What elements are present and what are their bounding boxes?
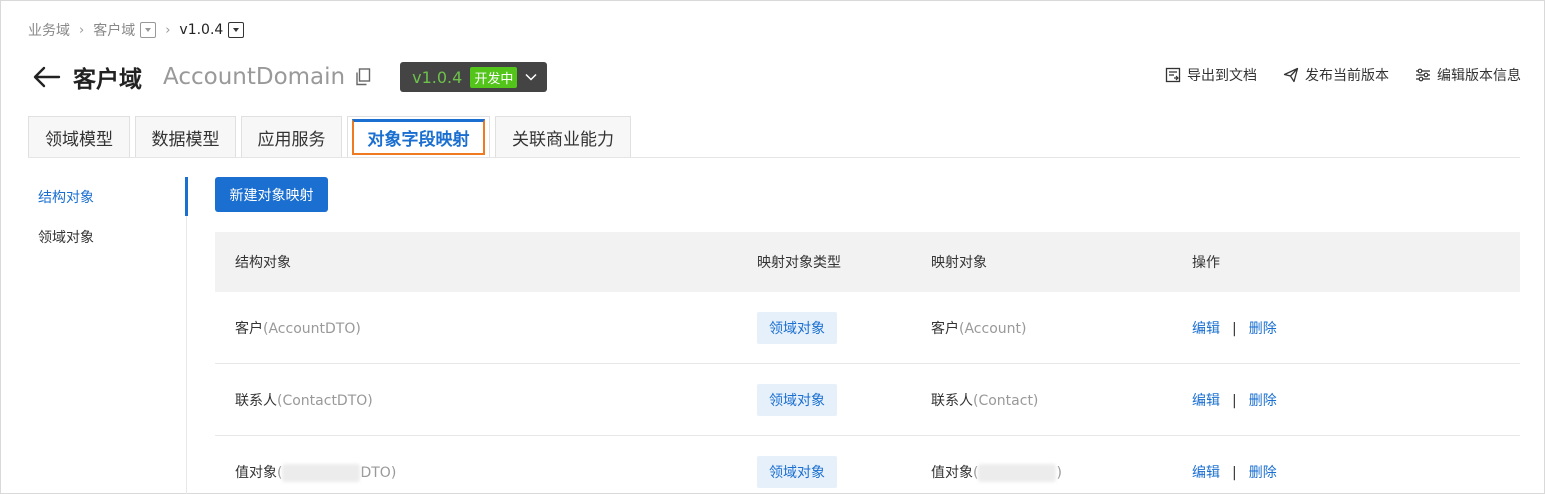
dropdown-toggle-icon[interactable] xyxy=(140,22,157,38)
table-header: 结构对象 映射对象类型 映射对象 操作 xyxy=(215,232,1520,292)
edit-version-label: 编辑版本信息 xyxy=(1437,68,1521,84)
edit-version-info-button[interactable]: 编辑版本信息 xyxy=(1415,65,1521,85)
tab-bar: 领域模型 数据模型 应用服务 对象字段映射 关联商业能力 xyxy=(28,116,1520,158)
separator: | xyxy=(1232,320,1237,337)
operations-cell: 编辑 | 删除 xyxy=(1192,462,1277,482)
operations-cell: 编辑 | 删除 xyxy=(1192,318,1277,338)
breadcrumb-item-customer-domain[interactable]: 客户域 xyxy=(93,20,157,40)
sidebar: 结构对象 领域对象 xyxy=(28,177,188,494)
export-to-doc-button[interactable]: 导出到文档 xyxy=(1165,65,1257,85)
page-subtitle: AccountDomain xyxy=(163,64,346,90)
send-icon xyxy=(1283,67,1299,83)
breadcrumb-item-business-domain[interactable]: 业务域 xyxy=(28,20,70,40)
structure-object-cell: 客户(AccountDTO) xyxy=(235,318,361,338)
sidebar-item-domain-object[interactable]: 领域对象 xyxy=(28,217,186,257)
redacted-text xyxy=(978,463,1057,482)
mapped-code-close: ) xyxy=(1056,464,1062,481)
copy-icon[interactable] xyxy=(354,68,372,86)
structure-object-cell: 值对象(DTO) xyxy=(235,462,396,482)
tab-business-capability[interactable]: 关联商业能力 xyxy=(495,116,631,157)
delete-link[interactable]: 删除 xyxy=(1249,393,1277,409)
export-label: 导出到文档 xyxy=(1187,68,1257,84)
delete-link[interactable]: 删除 xyxy=(1249,321,1277,337)
new-object-mapping-button[interactable]: 新建对象映射 xyxy=(215,177,328,212)
redacted-text xyxy=(282,463,361,482)
object-name: 联系人 xyxy=(235,392,277,409)
tab-object-field-mapping[interactable]: 对象字段映射 xyxy=(347,116,490,157)
mapped-object-cell: 客户(Account) xyxy=(931,318,1026,338)
publish-version-button[interactable]: 发布当前版本 xyxy=(1283,65,1389,85)
version-selector[interactable]: v1.0.4 开发中 xyxy=(400,62,548,92)
tab-label: 对象字段映射 xyxy=(352,119,485,155)
tab-data-model[interactable]: 数据模型 xyxy=(135,116,236,157)
header-actions: 导出到文档 发布当前版本 编辑版本信息 xyxy=(1139,64,1521,86)
breadcrumb-item-version[interactable]: v1.0.4 xyxy=(179,22,245,38)
breadcrumb-label: v1.0.4 xyxy=(179,22,224,38)
mapped-object-cell: 值对象() xyxy=(931,462,1062,482)
mapped-name: 客户 xyxy=(931,320,959,337)
mapping-type-cell: 领域对象 xyxy=(757,383,837,416)
table-row: 值对象(DTO) 领域对象 值对象() 编辑 | 删除 xyxy=(215,436,1520,494)
object-name: 值对象 xyxy=(235,464,277,481)
column-header: 映射对象 xyxy=(931,255,987,271)
breadcrumb: 业务域 › 客户域 › v1.0.4 xyxy=(28,19,245,41)
chevron-right-icon: › xyxy=(165,22,171,38)
object-code: (ContactDTO) xyxy=(277,392,373,409)
separator: | xyxy=(1232,464,1237,481)
mapping-type-tag: 领域对象 xyxy=(757,311,837,344)
mapped-code: (Account) xyxy=(959,320,1027,337)
export-doc-icon xyxy=(1165,67,1181,83)
mapping-table: 结构对象 映射对象类型 映射对象 操作 客户(AccountDTO) 领域对象 … xyxy=(215,232,1520,494)
mapped-name: 联系人 xyxy=(931,392,973,409)
column-header: 结构对象 xyxy=(235,255,291,271)
publish-label: 发布当前版本 xyxy=(1305,68,1389,84)
edit-link[interactable]: 编辑 xyxy=(1192,465,1220,481)
page-title: 客户域 xyxy=(73,67,142,93)
back-arrow-icon[interactable] xyxy=(32,62,62,92)
breadcrumb-label: 客户域 xyxy=(93,23,136,39)
settings-sliders-icon xyxy=(1416,68,1430,82)
object-name: 客户 xyxy=(235,320,263,337)
mapping-type-cell: 领域对象 xyxy=(757,455,837,488)
chevron-right-icon: › xyxy=(79,22,85,38)
mapped-code: (Contact) xyxy=(973,392,1039,409)
delete-link[interactable]: 删除 xyxy=(1249,465,1277,481)
edit-link[interactable]: 编辑 xyxy=(1192,321,1220,337)
mapping-type-tag: 领域对象 xyxy=(757,383,837,416)
operations-cell: 编辑 | 删除 xyxy=(1192,390,1277,410)
tab-app-service[interactable]: 应用服务 xyxy=(241,116,342,157)
sidebar-item-structure-object[interactable]: 结构对象 xyxy=(28,177,188,217)
edit-link[interactable]: 编辑 xyxy=(1192,393,1220,409)
structure-object-cell: 联系人(ContactDTO) xyxy=(235,390,373,410)
status-badge: 开发中 xyxy=(470,66,518,88)
column-header: 映射对象类型 xyxy=(757,255,841,271)
table-row: 联系人(ContactDTO) 领域对象 联系人(Contact) 编辑 | 删除 xyxy=(215,364,1520,436)
object-code-close: DTO) xyxy=(360,464,397,481)
dropdown-toggle-icon[interactable] xyxy=(228,22,245,38)
object-code: (AccountDTO) xyxy=(263,320,361,337)
column-header: 操作 xyxy=(1192,255,1220,271)
table-row: 客户(AccountDTO) 领域对象 客户(Account) 编辑 | 删除 xyxy=(215,292,1520,364)
mapping-type-cell: 领域对象 xyxy=(757,311,837,344)
page-header: 客户域 AccountDomain v1.0.4 开发中 xyxy=(32,58,548,96)
separator: | xyxy=(1232,392,1237,409)
version-label: v1.0.4 xyxy=(412,67,463,87)
mapped-object-cell: 联系人(Contact) xyxy=(931,390,1038,410)
tab-domain-model[interactable]: 领域模型 xyxy=(28,116,130,157)
mapping-type-tag: 领域对象 xyxy=(757,455,837,488)
mapped-name: 值对象 xyxy=(931,464,973,481)
chevron-down-icon xyxy=(525,73,537,81)
